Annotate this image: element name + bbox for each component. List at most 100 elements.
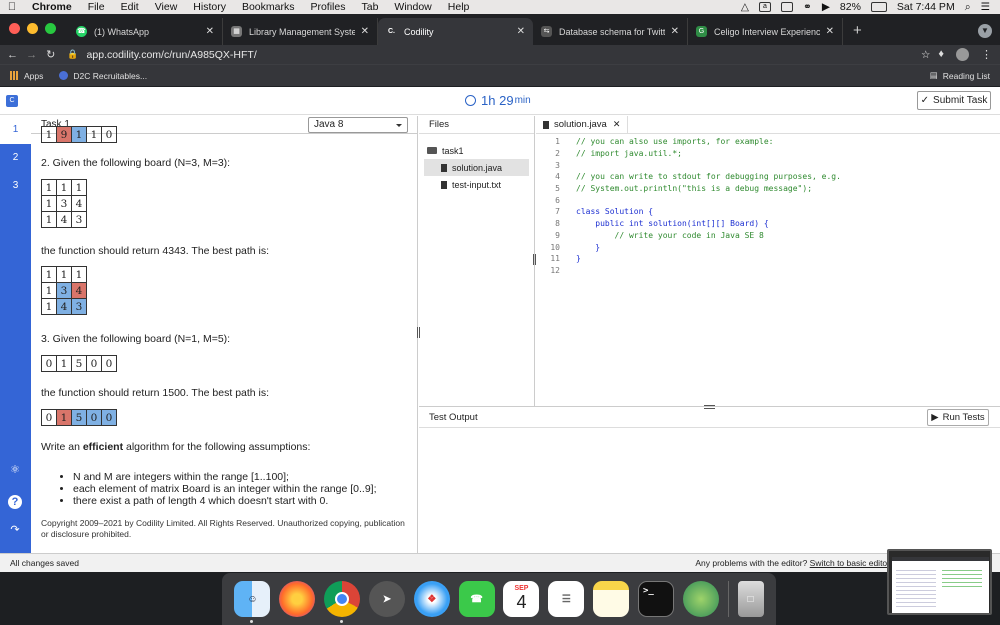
menu-help[interactable]: Help — [440, 1, 478, 13]
switch-basic-editor-link[interactable]: Switch to basic editor — [810, 558, 890, 568]
thumbnail-bar — [892, 557, 989, 561]
menu-history[interactable]: History — [185, 1, 234, 13]
menu-file[interactable]: File — [80, 1, 113, 13]
reading-list-button[interactable]: ▤ Reading List — [930, 70, 990, 81]
menu-window[interactable]: Window — [386, 1, 439, 13]
trash-icon[interactable]: □ — [737, 581, 764, 617]
tab-codility[interactable]: C. Codility ✕ — [378, 18, 533, 45]
forward-arrow-icon[interactable]: → — [25, 49, 38, 61]
timer: 1h 29 min — [465, 93, 531, 108]
file-test-input[interactable]: test-input.txt — [419, 176, 534, 193]
firefox-icon[interactable] — [279, 581, 316, 617]
task-nav-2[interactable]: 2 — [0, 144, 31, 172]
tab-celigo[interactable]: G Celigo Interview Experience | G ✕ — [688, 18, 843, 45]
submit-task-button[interactable]: ✓ Submit Task — [917, 91, 991, 110]
task-nav-1[interactable]: 1 — [0, 116, 31, 144]
file-solution-java[interactable]: solution.java — [424, 159, 529, 176]
address-toolbar: ← → ↻ 🔒 app.codility.com/c/run/A985QX-HF… — [0, 45, 1000, 64]
folder-task1[interactable]: task1 — [419, 142, 534, 159]
geeksforgeeks-icon: G — [696, 26, 707, 37]
menu-edit[interactable]: Edit — [113, 1, 147, 13]
file-icon — [441, 163, 447, 172]
address-bar[interactable]: 🔒 app.codility.com/c/run/A985QX-HFT/ ☆ — [67, 46, 938, 63]
language-select[interactable]: Java 8 — [308, 117, 408, 133]
bookmark-apps[interactable]: Apps — [10, 71, 43, 81]
spotlight-icon[interactable]: ⌕ — [965, 1, 971, 14]
code-line: 5 // System.out.println("this is a debug … — [536, 183, 1000, 195]
lock-icon[interactable]: 🔒 — [67, 49, 78, 60]
apple-icon[interactable]:  — [0, 1, 24, 13]
calendar-day: 4 — [516, 592, 527, 612]
code-text: // write your code in Java SE 8 — [576, 230, 764, 240]
launchpad-icon[interactable]: ➤ — [368, 581, 405, 617]
board-cell: 1 — [41, 282, 57, 299]
screen-icon[interactable] — [781, 2, 793, 12]
warning-icon[interactable]: △ — [741, 1, 749, 13]
notes-icon[interactable] — [593, 581, 630, 617]
zoom-window-button[interactable] — [45, 23, 56, 34]
close-tab-icon[interactable]: ✕ — [517, 26, 525, 37]
close-tab-icon[interactable]: ✕ — [361, 26, 369, 37]
volume-icon[interactable]: ▶ — [822, 1, 830, 13]
link-icon[interactable]: ⚭ — [803, 1, 812, 13]
codility-logo-icon[interactable]: C — [6, 94, 18, 107]
reload-icon[interactable]: ↻ — [44, 48, 57, 61]
bookmark-d2c[interactable]: D2C Recruitables... — [59, 71, 147, 81]
extensions-icon[interactable]: ♦ — [938, 48, 944, 61]
menu-profiles[interactable]: Profiles — [302, 1, 353, 13]
assumptions-list: N and M are integers within the range [1… — [63, 471, 377, 507]
board-cell: 1 — [71, 179, 87, 196]
terminal-icon[interactable]: >_ — [638, 581, 675, 617]
safari-icon[interactable]: ❖ — [413, 581, 450, 617]
help-icon[interactable]: ? — [8, 495, 22, 509]
battery-icon[interactable] — [870, 2, 887, 12]
finder-icon[interactable]: ☺ — [234, 581, 271, 623]
board-cell: 4 — [71, 282, 87, 299]
screenshot-thumbnail[interactable] — [887, 549, 992, 615]
reminders-icon[interactable]: ☰ — [548, 581, 585, 617]
close-editor-tab-icon[interactable]: ✕ — [613, 119, 621, 130]
new-tab-button[interactable]: + — [843, 22, 872, 45]
back-arrow-icon[interactable]: ← — [6, 49, 19, 61]
tab-database-schema[interactable]: ⇆ Database schema for Twitter - ✕ — [533, 18, 688, 45]
facetime-icon[interactable]: ☎ — [458, 581, 495, 617]
menu-app-name[interactable]: Chrome — [24, 1, 80, 13]
close-tab-icon[interactable]: ✕ — [671, 26, 679, 37]
accessibility-icon[interactable]: ⚛ — [8, 463, 22, 477]
menu-tab[interactable]: Tab — [353, 1, 386, 13]
line-number: 7 — [555, 207, 560, 217]
run-tests-button[interactable]: ▶ Run Tests — [927, 409, 989, 426]
browser-menu-icon[interactable]: ⋮ — [981, 48, 992, 61]
code-area[interactable]: 1 // you can also use imports, for exampl… — [536, 136, 1000, 276]
menu-bookmarks[interactable]: Bookmarks — [234, 1, 303, 13]
url-text[interactable]: app.codility.com/c/run/A985QX-HFT/ — [87, 49, 257, 61]
assumption-item: N and M are integers within the range [1… — [73, 471, 377, 483]
close-window-button[interactable] — [9, 23, 20, 34]
browser-globe-icon[interactable] — [682, 581, 719, 617]
calendar-icon[interactable]: SEP 4 — [503, 581, 540, 617]
code-line: 12 — [536, 265, 1000, 277]
close-tab-icon[interactable]: ✕ — [826, 26, 834, 37]
battery-percent[interactable]: 82% — [840, 1, 861, 13]
code-editor[interactable]: solution.java ✕ 1 // you can also use imp… — [536, 116, 1000, 406]
codility-icon: C. — [388, 28, 395, 35]
tab-search-icon[interactable]: ▼ — [978, 24, 992, 38]
tab-library-management[interactable]: ▦ Library Management System D ✕ — [223, 18, 378, 45]
board-cell: 3 — [56, 195, 72, 212]
chrome-icon[interactable] — [324, 581, 361, 623]
minimize-window-button[interactable] — [27, 23, 38, 34]
code-line: 3 — [536, 159, 1000, 171]
menubar-clock[interactable]: Sat 7:44 PM — [897, 1, 955, 13]
code-text: // System.out.println("this is a debug m… — [576, 184, 813, 194]
tab-whatsapp[interactable]: ☎ (1) WhatsApp ✕ — [68, 18, 223, 45]
logout-icon[interactable]: ↷ — [8, 523, 22, 537]
calendar-month: SEP — [514, 585, 529, 592]
editor-tab-solution[interactable]: solution.java ✕ — [536, 116, 629, 133]
bookmark-star-icon[interactable]: ☆ — [921, 49, 930, 61]
profile-avatar[interactable] — [956, 48, 969, 61]
input-source-icon[interactable]: a — [759, 2, 771, 12]
menu-view[interactable]: View — [147, 1, 186, 13]
control-center-icon[interactable]: ☰ — [981, 1, 990, 13]
close-tab-icon[interactable]: ✕ — [206, 26, 214, 37]
task-nav-3[interactable]: 3 — [0, 172, 31, 200]
